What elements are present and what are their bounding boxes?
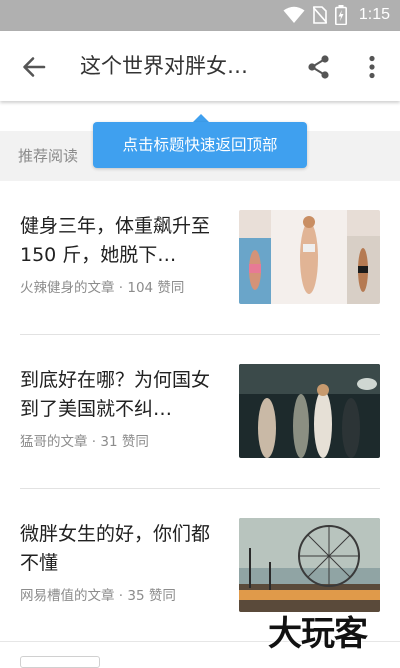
tooltip-arrow bbox=[193, 114, 209, 122]
more-vertical-icon[interactable] bbox=[358, 53, 386, 81]
article-title[interactable]: 微胖女生的好，你们都不懂 bbox=[20, 520, 218, 578]
wifi-icon bbox=[283, 6, 305, 23]
article-title[interactable]: 到底好在哪？为何国女到了美国就不纠… bbox=[20, 366, 218, 424]
article-thumbnail[interactable] bbox=[239, 364, 380, 458]
article-meta: 猛哥的文章 · 31 赞同 bbox=[20, 434, 149, 450]
comment-input-box[interactable] bbox=[20, 656, 100, 668]
article-thumbnail[interactable] bbox=[239, 518, 380, 612]
share-icon[interactable] bbox=[305, 53, 333, 81]
section-label: 推荐阅读 bbox=[18, 147, 79, 165]
article-meta: 火辣健身的文章 · 104 赞同 bbox=[20, 280, 185, 296]
article-thumbnail[interactable] bbox=[239, 210, 380, 304]
back-arrow-icon[interactable] bbox=[20, 53, 48, 81]
status-icons: 1:15 bbox=[283, 5, 390, 25]
article-title[interactable]: 健身三年，体重飙升至 150 斤，她脱下… bbox=[20, 212, 218, 270]
battery-charging-icon bbox=[334, 5, 347, 25]
status-time: 1:15 bbox=[358, 6, 390, 23]
article-item-1[interactable]: 健身三年，体重飙升至 150 斤，她脱下… 火辣健身的文章 · 104 赞同 bbox=[0, 180, 400, 334]
article-item-2[interactable]: 到底好在哪？为何国女到了美国就不纠… 猛哥的文章 · 31 赞同 bbox=[0, 334, 400, 488]
watermark-logo: 大玩客 bbox=[268, 614, 368, 654]
no-sim-icon bbox=[312, 6, 327, 24]
status-bar: 1:15 bbox=[0, 0, 400, 31]
toolbar: 这个世界对胖女… bbox=[0, 31, 400, 101]
page-title[interactable]: 这个世界对胖女… bbox=[80, 51, 290, 81]
scroll-to-top-tooltip[interactable]: 点击标题快速返回顶部 bbox=[93, 122, 307, 168]
article-meta: 网易槽值的文章 · 35 赞同 bbox=[20, 588, 176, 604]
